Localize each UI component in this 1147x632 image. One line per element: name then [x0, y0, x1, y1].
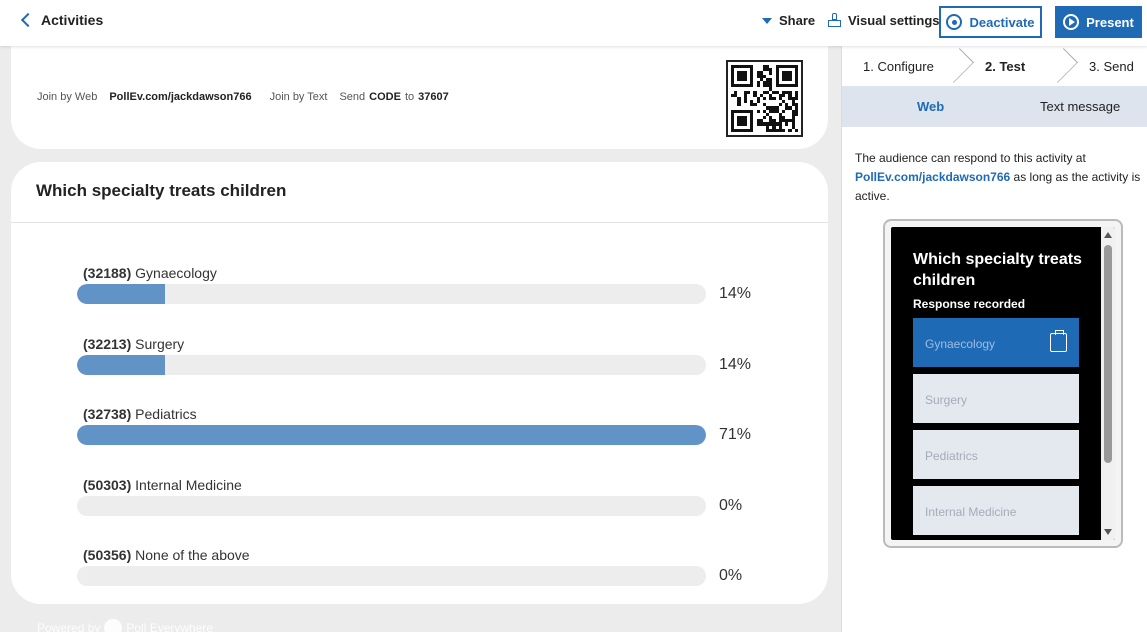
back-to-activities-link[interactable]: Activities — [20, 12, 103, 28]
option-label: (32213) Surgery — [83, 336, 184, 352]
caret-down-icon — [762, 17, 772, 24]
join-instructions-card: Join by Web PollEv.com/jackdawson766 Joi… — [11, 40, 828, 149]
divider — [11, 222, 828, 223]
result-bar-track — [77, 284, 706, 304]
join-web-prefix: Join by Web — [37, 91, 98, 103]
phone-screen: Which specialty treats children Response… — [891, 227, 1115, 540]
result-row: (32188) Gynaecology 14% — [77, 265, 767, 305]
clear-response-icon[interactable] — [1050, 330, 1067, 352]
result-percent: 14% — [719, 356, 752, 373]
join-text-prefix: Join by Text — [269, 91, 328, 103]
phone-option-gynaecology[interactable]: Gynaecology — [913, 318, 1079, 367]
option-code: (32188) — [83, 265, 132, 281]
result-bar-fill — [77, 355, 166, 375]
powered-by-footer[interactable]: Powered by Poll Everywhere — [37, 619, 213, 632]
info-prefix: The audience can respond to this activit… — [855, 151, 1086, 165]
step-navigation: 1. Configure 2. Test 3. Send — [842, 46, 1147, 86]
brand-name: Poll Everywhere — [126, 621, 214, 632]
qr-code-pattern — [731, 65, 798, 132]
result-bar-fill — [77, 284, 166, 304]
powered-by-text: Powered by — [37, 621, 101, 632]
scroll-thumb[interactable] — [1104, 245, 1112, 463]
option-label: (32738) Pediatrics — [83, 406, 197, 422]
audience-info: The audience can respond to this activit… — [855, 149, 1145, 206]
visual-settings-label: Visual settings — [848, 13, 940, 28]
text-number: 37607 — [418, 91, 449, 103]
share-label: Share — [779, 13, 816, 28]
option-text: Pediatrics — [135, 406, 197, 422]
info-url-link[interactable]: PollEv.com/jackdawson766 — [855, 170, 1010, 184]
option-label: (50356) None of the above — [83, 547, 250, 563]
option-label: (32188) Gynaecology — [83, 265, 217, 281]
phone-option-label: Surgery — [925, 393, 968, 407]
result-row: (32738) Pediatrics 71% — [77, 406, 767, 446]
qr-code[interactable] — [726, 60, 803, 137]
response-status: Response recorded — [913, 297, 1026, 311]
broadcast-icon — [946, 14, 963, 30]
deactivate-label: Deactivate — [969, 14, 1035, 30]
paint-brush-icon — [828, 13, 841, 28]
share-button[interactable]: Share — [762, 13, 815, 28]
question-results-card: Which specialty treats children (32188) … — [11, 162, 828, 604]
phone-option-label: Gynaecology — [925, 337, 996, 351]
tab-text-message[interactable]: Text message — [1040, 99, 1120, 114]
join-web-url: PollEv.com/jackdawson766 — [109, 91, 252, 103]
send-word: Send — [339, 91, 366, 103]
result-bar-fill — [77, 425, 706, 445]
step-test[interactable]: 2. Test — [985, 59, 1025, 74]
poll-everywhere-logo-icon — [104, 619, 123, 632]
result-row: (32213) Surgery 14% — [77, 336, 767, 376]
option-label: (50303) Internal Medicine — [83, 477, 242, 493]
code-word: CODE — [369, 91, 401, 103]
step-chevron-icon — [952, 46, 966, 86]
test-panel: 1. Configure 2. Test 3. Send Web Text me… — [841, 46, 1147, 632]
chevron-left-icon — [20, 12, 36, 28]
result-bar-track — [77, 496, 706, 516]
option-text: Internal Medicine — [135, 477, 242, 493]
visual-settings-button[interactable]: Visual settings — [828, 13, 940, 28]
result-bar-track — [77, 425, 706, 445]
result-bar-track — [77, 566, 706, 586]
question-title: Which specialty treats children — [36, 181, 287, 200]
phone-scrollbar[interactable] — [1101, 227, 1115, 540]
play-icon — [1063, 14, 1080, 30]
result-row: (50303) Internal Medicine 0% — [77, 477, 767, 517]
result-row: (50356) None of the above 0% — [77, 547, 767, 587]
scroll-down-icon[interactable] — [1104, 529, 1112, 535]
phone-option-label: Pediatrics — [925, 449, 978, 463]
back-label: Activities — [41, 12, 104, 28]
top-bar: Activities Share Visual settings Deactiv… — [0, 0, 1147, 46]
phone-option-label: Internal Medicine — [925, 505, 1017, 519]
step-configure[interactable]: 1. Configure — [863, 59, 934, 74]
phone-preview: Which specialty treats children Response… — [883, 219, 1123, 548]
result-bar-track — [77, 355, 706, 375]
present-label: Present — [1086, 14, 1134, 30]
step-chevron-icon — [1056, 46, 1070, 86]
phone-option-pediatrics[interactable]: Pediatrics — [913, 430, 1079, 479]
phone-question-title: Which specialty treats children — [913, 251, 1082, 289]
option-code: (32738) — [83, 406, 132, 422]
option-code: (50356) — [83, 547, 132, 563]
tab-web[interactable]: Web — [917, 99, 944, 114]
scroll-up-icon[interactable] — [1104, 232, 1112, 238]
option-code: (32213) — [83, 336, 132, 352]
to-word: to — [404, 91, 415, 103]
join-instructions: Join by Web PollEv.com/jackdawson766 Joi… — [37, 91, 449, 103]
result-percent: 14% — [719, 285, 752, 302]
result-percent: 71% — [719, 426, 752, 443]
result-percent: 0% — [719, 567, 743, 584]
response-tabs: Web Text message — [842, 86, 1147, 127]
step-send[interactable]: 3. Send — [1089, 59, 1134, 74]
deactivate-button[interactable]: Deactivate — [939, 6, 1042, 38]
option-text: None of the above — [135, 547, 250, 563]
present-button[interactable]: Present — [1055, 6, 1142, 38]
result-percent: 0% — [719, 497, 743, 514]
option-text: Gynaecology — [135, 265, 217, 281]
phone-option-internal-medicine[interactable]: Internal Medicine — [913, 486, 1079, 535]
option-text: Surgery — [135, 336, 185, 352]
option-code: (50303) — [83, 477, 132, 493]
phone-option-surgery[interactable]: Surgery — [913, 374, 1079, 423]
